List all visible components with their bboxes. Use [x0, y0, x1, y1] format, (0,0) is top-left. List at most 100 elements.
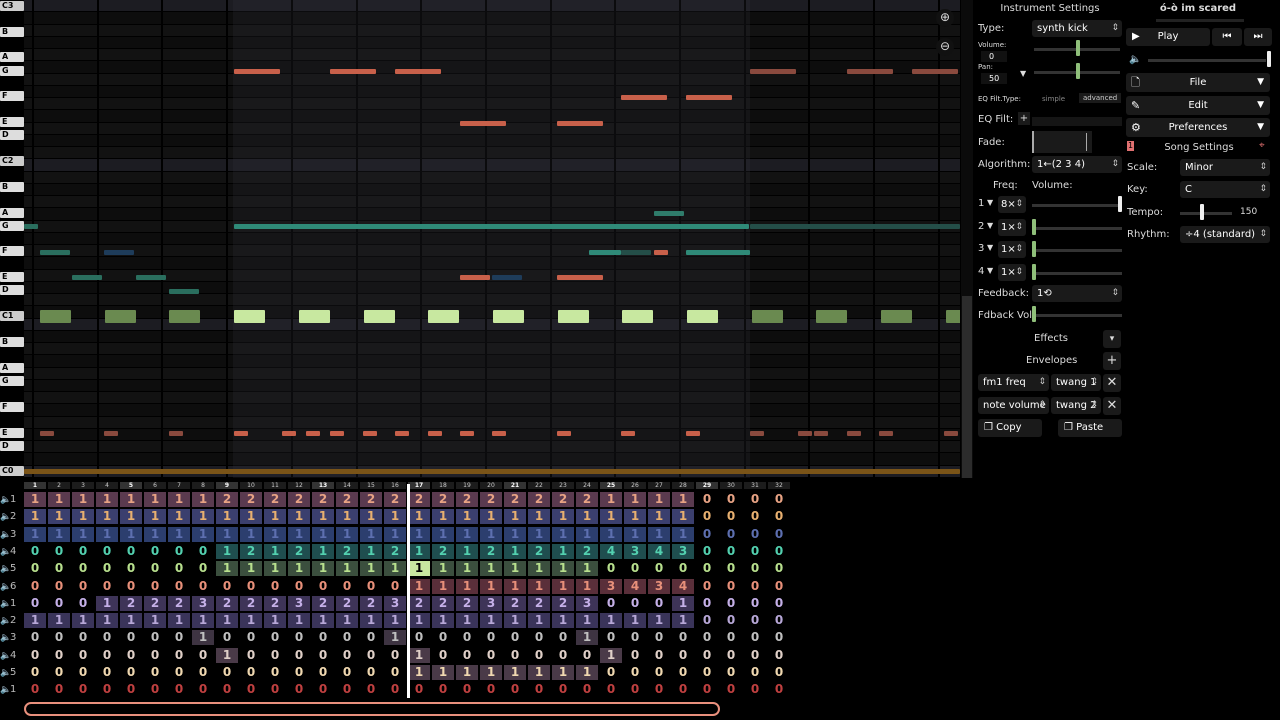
pattern-cell[interactable]: 2 [336, 543, 358, 559]
pattern-cell[interactable]: 3 [480, 595, 502, 611]
piano-roll-scrollbar[interactable] [961, 0, 973, 478]
pattern-cell[interactable]: 2 [312, 492, 334, 507]
pattern-cell[interactable]: 0 [672, 665, 694, 680]
pattern-cell[interactable]: 0 [168, 544, 190, 559]
pattern-cell[interactable]: 0 [480, 630, 502, 645]
pattern-cell[interactable]: 1 [576, 526, 598, 542]
pattern-cell[interactable]: 1 [168, 613, 190, 629]
pattern-cell[interactable]: 0 [552, 682, 574, 697]
pattern-cell[interactable]: 1 [432, 526, 454, 542]
pattern-cell[interactable]: 1 [576, 578, 598, 594]
note[interactable] [40, 310, 71, 323]
pattern-cell[interactable]: 1 [360, 543, 382, 559]
pattern-cell[interactable]: 1 [528, 578, 550, 594]
pattern-cell[interactable]: 2 [456, 595, 478, 611]
pattern-cell[interactable]: 0 [744, 613, 766, 628]
pattern-cell[interactable]: 1 [456, 665, 478, 680]
pattern-cell[interactable]: 0 [72, 630, 94, 645]
pattern-cell[interactable]: 0 [360, 665, 382, 680]
pattern-cell[interactable]: 0 [312, 579, 334, 594]
note[interactable] [798, 431, 812, 436]
pattern-cell[interactable]: 2 [528, 543, 550, 559]
pattern-cell[interactable]: 1 [240, 613, 262, 629]
volume-slider-thumb[interactable] [1076, 40, 1080, 56]
pattern-cell[interactable]: 2 [144, 595, 166, 611]
pattern-cell[interactable]: 0 [240, 665, 262, 680]
operator-volume-thumb[interactable] [1032, 241, 1036, 257]
pattern-cell[interactable]: 1 [192, 613, 214, 629]
pattern-cell[interactable]: 1 [288, 613, 310, 629]
pattern-cell[interactable]: 0 [192, 682, 214, 697]
pattern-cell[interactable]: 1 [24, 509, 46, 525]
pattern-cell[interactable]: 1 [264, 613, 286, 629]
pattern-cell[interactable]: 2 [336, 492, 358, 507]
pattern-cell[interactable]: 1 [120, 526, 142, 542]
pattern-cell[interactable]: 1 [336, 561, 358, 577]
pattern-cell[interactable]: 2 [168, 595, 190, 611]
pattern-cell[interactable]: 0 [48, 596, 70, 611]
pattern-cell[interactable]: 0 [696, 665, 718, 680]
operator-volume-thumb[interactable] [1118, 196, 1122, 212]
pattern-cell[interactable]: 1 [576, 613, 598, 629]
bar-number[interactable]: 26 [624, 482, 646, 489]
piano-key[interactable]: G [0, 376, 24, 386]
pattern-cell[interactable]: 1 [96, 492, 118, 507]
pattern-cell[interactable]: 1 [600, 509, 622, 525]
operator-volume-thumb[interactable] [1032, 263, 1036, 280]
pattern-cell[interactable]: 0 [192, 544, 214, 559]
piano-key[interactable]: E [0, 117, 24, 127]
pattern-cell[interactable]: 0 [384, 682, 406, 697]
fdback-vol-slider-thumb[interactable] [1032, 306, 1036, 322]
operator-dropdown-icon[interactable]: ▼ [987, 221, 993, 230]
pattern-cell[interactable]: 0 [264, 665, 286, 680]
note[interactable] [492, 310, 524, 323]
note[interactable] [847, 69, 893, 74]
pattern-cell[interactable]: 0 [672, 648, 694, 663]
pattern-cell[interactable]: 1 [216, 647, 238, 663]
bar-number[interactable]: 5 [120, 482, 142, 489]
pattern-cell[interactable]: 0 [408, 682, 430, 697]
channel-mute-toggle[interactable]: 🔈3 [0, 630, 24, 646]
copy-button[interactable]: ❐ Copy [978, 419, 1042, 437]
pattern-cell[interactable]: 0 [720, 561, 742, 576]
pattern-cell[interactable]: 4 [624, 578, 646, 594]
piano-key[interactable]: C1 [0, 311, 24, 321]
pattern-cell[interactable]: 0 [720, 544, 742, 559]
envelope-target-select[interactable]: fm1 freq [978, 374, 1049, 391]
pattern-cell[interactable]: 0 [744, 648, 766, 663]
note[interactable] [622, 310, 654, 323]
pattern-cell[interactable]: 1 [336, 613, 358, 629]
pattern-cell[interactable]: 0 [24, 596, 46, 611]
pattern-cell[interactable]: 1 [504, 665, 526, 680]
pattern-cell[interactable]: 1 [552, 665, 574, 680]
pattern-cell[interactable]: 0 [696, 561, 718, 576]
pattern-cell[interactable]: 2 [336, 595, 358, 611]
pattern-cell[interactable]: 0 [120, 561, 142, 576]
pattern-cell[interactable]: 0 [336, 648, 358, 663]
pattern-cell[interactable]: 0 [696, 613, 718, 628]
note[interactable] [234, 431, 248, 436]
pattern-cell[interactable]: 1 [24, 613, 46, 629]
pan-dropdown-icon[interactable]: ▼ [1020, 69, 1026, 78]
pattern-cell[interactable]: 2 [576, 543, 598, 559]
pattern-cell[interactable]: 0 [672, 682, 694, 697]
envelope-shape-select[interactable]: twang 1 [1051, 374, 1101, 391]
pattern-cell[interactable]: 1 [120, 492, 142, 507]
pattern-cell[interactable]: 0 [24, 544, 46, 559]
pattern-cell[interactable]: 1 [528, 613, 550, 629]
pattern-cell[interactable]: 0 [576, 648, 598, 663]
pattern-cell[interactable]: 0 [648, 682, 670, 697]
pattern-cell[interactable]: 0 [168, 682, 190, 697]
playhead[interactable] [407, 484, 410, 698]
pattern-cell[interactable]: 1 [312, 509, 334, 525]
pattern-cell[interactable]: 0 [48, 544, 70, 559]
pattern-cell[interactable]: 0 [336, 665, 358, 680]
pattern-cell[interactable]: 1 [456, 613, 478, 629]
pattern-cell[interactable]: 0 [216, 682, 238, 697]
pattern-cell[interactable]: 0 [48, 561, 70, 576]
pattern-cell[interactable]: 2 [432, 543, 454, 559]
note[interactable] [136, 275, 166, 280]
note[interactable] [686, 431, 700, 436]
pattern-cell[interactable]: 0 [624, 596, 646, 611]
pattern-cell[interactable]: 1 [480, 561, 502, 577]
